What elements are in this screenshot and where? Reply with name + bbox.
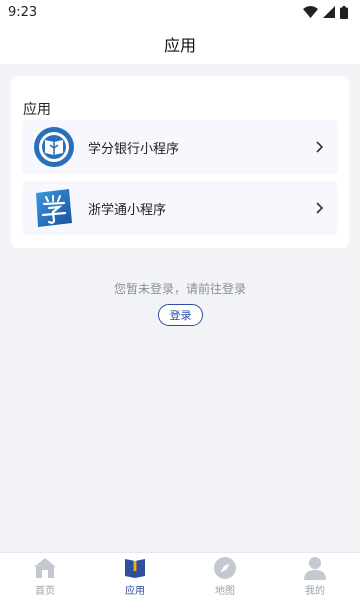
apps-card: 应用 学分银行小程序 浙学通小程序: [11, 76, 349, 248]
card-title: 应用: [23, 102, 51, 118]
tab-map[interactable]: 地图: [180, 553, 270, 600]
status-icons: [303, 5, 348, 19]
mini-program-label: 浙学通小程序: [88, 202, 167, 218]
signal-icon: [323, 6, 335, 18]
bottom-tab-bar: 首页 应用 地图 我的: [0, 552, 360, 600]
mini-program-zhexuetong[interactable]: 浙学通小程序: [22, 181, 338, 235]
tab-label: 地图: [215, 586, 235, 597]
zhexuetong-logo-icon: [33, 187, 75, 229]
status-time: 9:23: [8, 4, 38, 20]
mini-program-label: 学分银行小程序: [88, 141, 180, 157]
book-icon: [123, 556, 147, 580]
status-bar: 9:23: [0, 0, 360, 24]
content-area: 应用 学分银行小程序 浙学通小程序 您暂未登录，请前往登录 登录: [0, 64, 360, 552]
tab-mine[interactable]: 我的: [270, 553, 360, 600]
app-header: 应用: [0, 24, 360, 64]
credit-bank-logo-icon: [33, 126, 75, 168]
user-icon: [303, 556, 327, 580]
chevron-right-icon: [308, 135, 332, 159]
tab-apps[interactable]: 应用: [90, 553, 180, 600]
tab-label: 应用: [125, 586, 145, 597]
chevron-right-icon: [308, 196, 332, 220]
mini-program-credit-bank[interactable]: 学分银行小程序: [22, 120, 338, 174]
login-tip: 您暂未登录，请前往登录: [113, 282, 246, 296]
page-title: 应用: [163, 36, 196, 55]
home-icon: [33, 556, 57, 580]
tab-home[interactable]: 首页: [0, 553, 90, 600]
login-button[interactable]: 登录: [158, 304, 203, 326]
tab-label: 我的: [305, 586, 325, 597]
battery-icon: [340, 5, 348, 19]
tab-label: 首页: [35, 586, 55, 597]
compass-icon: [213, 556, 237, 580]
wifi-icon: [303, 6, 318, 18]
